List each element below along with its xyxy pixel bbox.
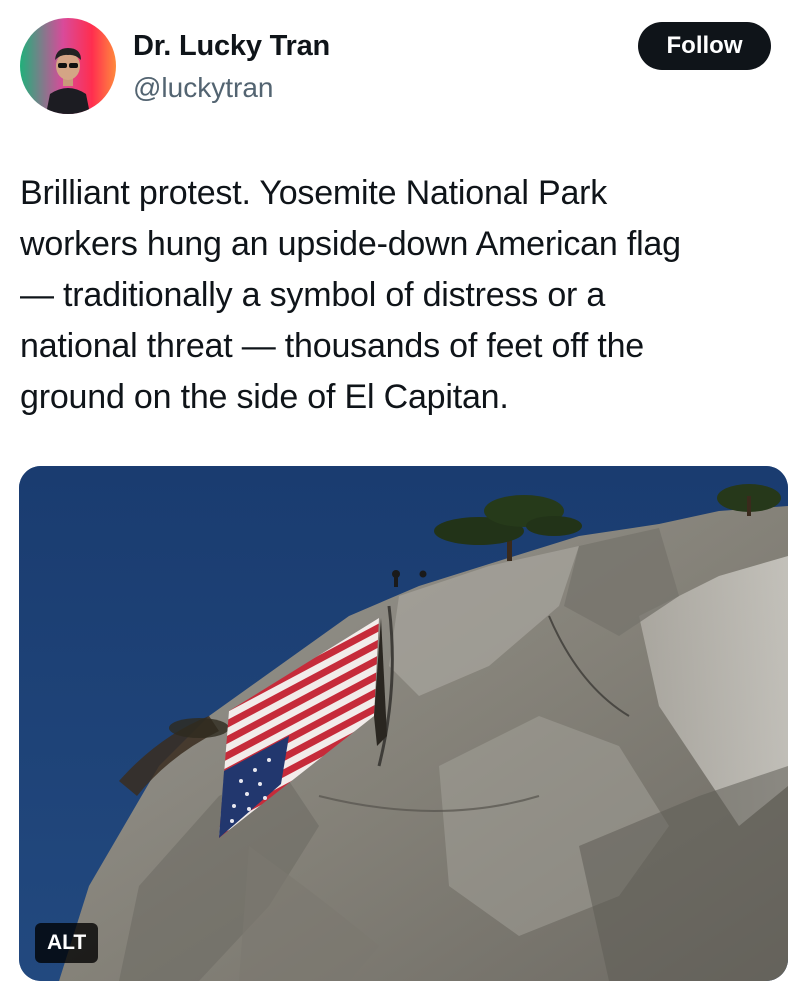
tweet-text-line: workers hung an upside-down American fla…	[20, 225, 681, 263]
author-handle[interactable]: @luckytran	[133, 72, 273, 104]
author-display-name[interactable]: Dr. Lucky Tran	[133, 30, 330, 63]
tweet-text-line: Brilliant protest. Yosemite National Par…	[20, 174, 608, 212]
alt-text-button[interactable]: ALT	[35, 923, 99, 963]
tweet-text-line: — traditionally a symbol of distress or …	[20, 276, 606, 314]
tweet-text: Brilliant protest. Yosemite National Par…	[20, 168, 790, 423]
el-capitan-flag-photo	[19, 466, 788, 981]
author-avatar[interactable]	[20, 18, 116, 114]
follow-button[interactable]: Follow	[638, 22, 771, 70]
tweet-text-line: ground on the side of El Capitan.	[20, 378, 509, 416]
tweet-photo[interactable]: ALT	[19, 466, 788, 981]
profile-photo-icon	[46, 48, 90, 114]
tweet-text-line: national threat — thousands of feet off …	[20, 327, 644, 365]
tweet-header: Dr. Lucky Tran @luckytran Follow	[0, 0, 806, 130]
